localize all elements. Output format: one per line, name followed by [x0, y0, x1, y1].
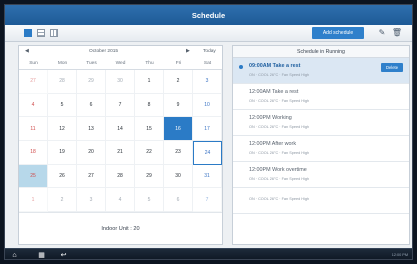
calendar-day[interactable]: 4 [106, 188, 135, 212]
view-switcher [24, 29, 58, 37]
app-window: Schedule Add schedule ✎ 🗑 ◀ October 2015… [4, 4, 413, 260]
schedule-item[interactable]: Delete 09:00AM Take a rest ON · COOL 26°C … [233, 58, 409, 84]
calendar-day[interactable]: 5 [48, 93, 77, 118]
calendar-day[interactable]: 15 [135, 117, 164, 141]
home-icon[interactable]: ⌂ [10, 251, 19, 259]
taskbar: ⌂ ▦ ↩ 12:00 PM [5, 248, 412, 259]
schedule-meta: ON · COOL 26°C · Fan Speed High [249, 125, 310, 129]
weekday-label: Thu [145, 61, 154, 66]
calendar-grid: 27 28 29 30 1 2 3 4 5 6 7 8 9 10 11 12 13 14 15 16 17 18 19 20 2… [19, 70, 222, 212]
edit-icon[interactable]: ✎ [376, 27, 388, 39]
calendar-day[interactable]: 30 [164, 164, 193, 189]
week-view-icon[interactable] [37, 29, 45, 37]
calendar-day[interactable]: 29 [77, 70, 106, 94]
calendar-day[interactable]: 11 [19, 117, 48, 141]
prev-month-button[interactable]: ◀ [25, 49, 29, 54]
weekday-label: Fri [175, 61, 182, 66]
calendar-day[interactable]: 16 [164, 117, 193, 141]
next-month-button[interactable]: ▶ [186, 49, 190, 54]
calendar-day[interactable]: 28 [106, 164, 135, 189]
calendar-day[interactable]: 14 [106, 117, 135, 141]
page-title: Schedule [191, 10, 226, 20]
clock: 12:00 PM [391, 253, 408, 257]
running-indicator-icon [239, 65, 243, 69]
today-button[interactable]: Today [203, 49, 216, 54]
back-icon[interactable]: ↩ [59, 251, 68, 259]
calendar-day[interactable]: 10 [193, 93, 222, 118]
calendar-day[interactable]: 23 [164, 140, 193, 165]
calendar-day[interactable]: 25 [19, 164, 48, 189]
apps-icon[interactable]: ▦ [37, 251, 46, 259]
calendar-day[interactable]: 6 [164, 188, 193, 212]
calendar-day[interactable]: 19 [48, 140, 77, 165]
trash-icon[interactable]: 🗑 [391, 27, 403, 39]
calendar-day[interactable]: 31 [193, 164, 222, 189]
schedule-item[interactable]: 12:00PM Work overtime ON · COOL 26°C · Fa… [233, 162, 409, 188]
calendar-day[interactable]: 5 [135, 188, 164, 212]
weekday-label: Wed [115, 61, 126, 66]
schedule-time: 12:00PM After work [249, 141, 297, 147]
calendar-day[interactable]: 17 [193, 117, 222, 141]
calendar-day[interactable]: 3 [193, 70, 222, 94]
calendar-day[interactable]: 13 [77, 117, 106, 141]
calendar-day[interactable]: 8 [135, 93, 164, 118]
calendar-day[interactable]: 4 [19, 93, 48, 118]
calendar-day[interactable]: 28 [48, 70, 77, 94]
calendar-day[interactable]: 2 [48, 188, 77, 212]
calendar-day[interactable]: 20 [77, 140, 106, 165]
calendar-day[interactable]: 7 [106, 93, 135, 118]
calendar-day[interactable]: 24 [193, 140, 222, 165]
schedule-meta: ON · COOL 26°C · Fan Speed High [249, 151, 310, 155]
schedule-list: Schedule in Running Delete 09:00AM Take a… [232, 45, 410, 245]
schedule-time: 12:00PM Working [249, 115, 292, 121]
schedule-list-header: Schedule in Running [233, 46, 409, 58]
calendar: ◀ October 2015 ▶ Today Sun Mon Tues Wed Thu F… [18, 45, 223, 245]
add-schedule-button[interactable]: Add schedule [312, 27, 364, 39]
schedule-time: 12:00PM Work overtime [249, 167, 307, 173]
weekday-label: Mon [57, 61, 68, 66]
schedule-item[interactable]: ON · COOL 26°C · Fan Speed High [233, 188, 409, 214]
weekday-label: Tues [86, 61, 97, 66]
calendar-day[interactable]: 30 [106, 70, 135, 94]
weekday-label: Sat [203, 61, 212, 66]
delete-button[interactable]: Delete [381, 63, 403, 72]
calendar-day[interactable]: 7 [193, 188, 222, 212]
schedule-item[interactable]: 12:00PM After work ON · COOL 26°C · Fan S… [233, 136, 409, 162]
weekday-header: Sun Mon Tues Wed Thu Fri Sat [19, 58, 222, 70]
calendar-day[interactable]: 2 [164, 70, 193, 94]
schedule-item[interactable]: 12:00AM Take a rest ON · COOL 26°C · Fan … [233, 84, 409, 110]
calendar-day[interactable]: 9 [164, 93, 193, 118]
schedule-meta: ON · COOL 26°C · Fan Speed High [249, 197, 310, 201]
calendar-day[interactable]: 27 [77, 164, 106, 189]
calendar-day[interactable]: 12 [48, 117, 77, 141]
day-view-icon[interactable] [24, 29, 32, 37]
month-label: October 2015 [89, 49, 119, 54]
calendar-day[interactable]: 22 [135, 140, 164, 165]
schedule-meta: ON · COOL 26°C · Fan Speed High [249, 177, 310, 181]
window-titlebar: Schedule [5, 5, 412, 25]
calendar-day[interactable]: 29 [135, 164, 164, 189]
schedule-item[interactable]: 12:00PM Working ON · COOL 26°C · Fan Spee… [233, 110, 409, 136]
calendar-day[interactable]: 26 [48, 164, 77, 189]
toolbar: Add schedule ✎ 🗑 [5, 25, 412, 42]
schedule-time: 12:00AM Take a rest [249, 89, 299, 95]
calendar-day[interactable]: 6 [77, 93, 106, 118]
calendar-day[interactable]: 1 [135, 70, 164, 94]
schedule-meta: ON · COOL 26°C · Fan Speed High [249, 99, 310, 103]
calendar-day[interactable]: 1 [19, 188, 48, 212]
calendar-nav: ◀ October 2015 ▶ Today [19, 46, 222, 58]
indoor-unit-label: Indoor Unit : 20 [19, 212, 222, 244]
calendar-day[interactable]: 18 [19, 140, 48, 165]
calendar-day[interactable]: 3 [77, 188, 106, 212]
month-view-icon[interactable] [50, 29, 58, 37]
calendar-day[interactable]: 21 [106, 140, 135, 165]
schedule-meta: ON · COOL 26°C · Fan Speed High [249, 73, 310, 77]
weekday-label: Sun [29, 61, 38, 66]
calendar-day[interactable]: 27 [19, 70, 48, 94]
